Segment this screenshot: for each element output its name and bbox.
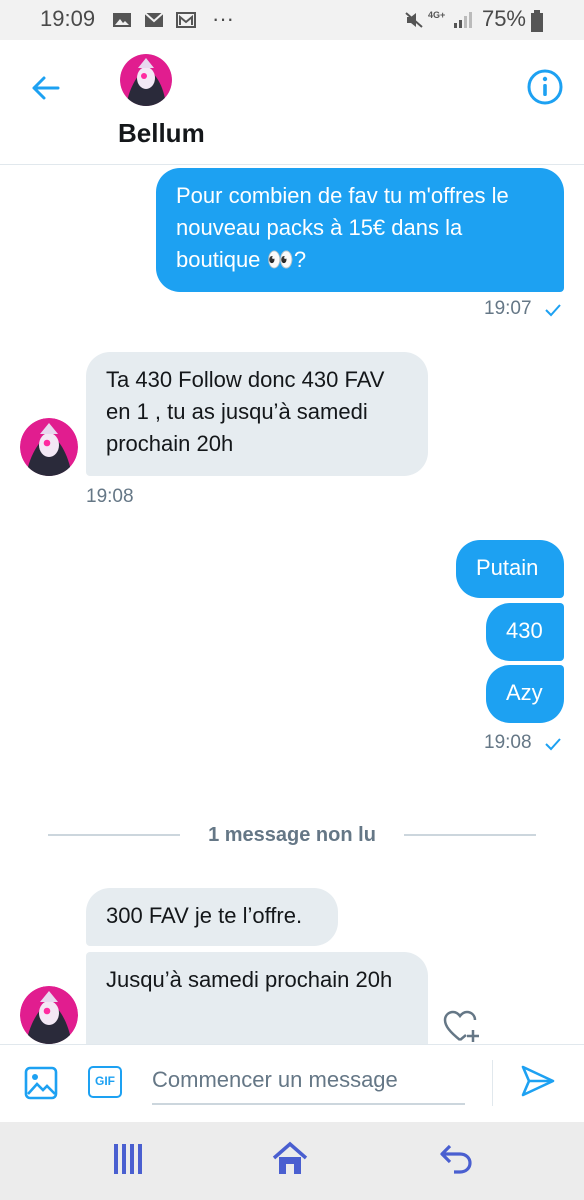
contact-name[interactable]: Bellum — [118, 118, 205, 149]
message-timestamp: 19:07 — [484, 298, 532, 319]
sender-avatar[interactable] — [20, 986, 78, 1044]
sender-avatar[interactable] — [20, 418, 78, 476]
send-icon[interactable] — [520, 1064, 556, 1098]
message-bubble-outgoing[interactable]: Pour combien de fav tu m'offres le nouve… — [156, 168, 564, 292]
message-bubble-outgoing[interactable]: Azy — [486, 665, 564, 723]
gallery-notification-icon — [113, 13, 131, 27]
back-arrow-icon[interactable] — [28, 70, 64, 106]
mail-notification-icon — [144, 12, 164, 27]
more-notifications-icon: ··· — [212, 6, 234, 31]
battery-percent: 75% — [481, 6, 526, 31]
status-time: 19:09 — [40, 6, 96, 31]
signal-icon — [454, 12, 472, 28]
message-bubble-incoming[interactable]: Jusqu’à samedi prochain 20h — [86, 952, 428, 1044]
message-timestamp: 19:08 — [86, 486, 134, 507]
message-input[interactable] — [152, 1062, 465, 1098]
gmail-notification-icon — [176, 12, 196, 28]
mute-icon — [405, 12, 423, 28]
image-icon[interactable] — [24, 1066, 58, 1100]
gif-icon[interactable]: GIF — [88, 1066, 122, 1098]
unread-divider-line — [404, 834, 536, 836]
message-bubble-incoming[interactable]: Ta 430 Follow donc 430 FAV en 1 , tu as … — [86, 352, 428, 476]
battery-icon — [531, 10, 543, 32]
heart-add-icon[interactable] — [442, 1008, 482, 1044]
message-bubble-outgoing[interactable]: Putain — [456, 540, 564, 598]
unread-divider-line — [48, 834, 180, 836]
back-nav-icon[interactable] — [438, 1142, 474, 1176]
info-icon[interactable] — [526, 68, 564, 106]
recent-apps-icon[interactable] — [112, 1142, 148, 1176]
composer-separator — [492, 1060, 493, 1106]
message-timestamp: 19:08 — [484, 732, 532, 753]
unread-divider-label: 1 message non lu — [208, 824, 376, 846]
avatar[interactable] — [120, 54, 172, 106]
network-type: 4G+ — [428, 10, 446, 20]
home-icon[interactable] — [270, 1140, 310, 1178]
input-underline — [152, 1103, 465, 1105]
conversation-header: Bellum — [0, 40, 584, 165]
message-bubble-outgoing[interactable]: 430 — [486, 603, 564, 661]
gif-label: GIF — [95, 1074, 115, 1088]
message-bubble-incoming[interactable]: 300 FAV je te l’offre. — [86, 888, 338, 946]
sent-check-icon — [545, 304, 561, 317]
sent-check-icon — [545, 738, 561, 751]
